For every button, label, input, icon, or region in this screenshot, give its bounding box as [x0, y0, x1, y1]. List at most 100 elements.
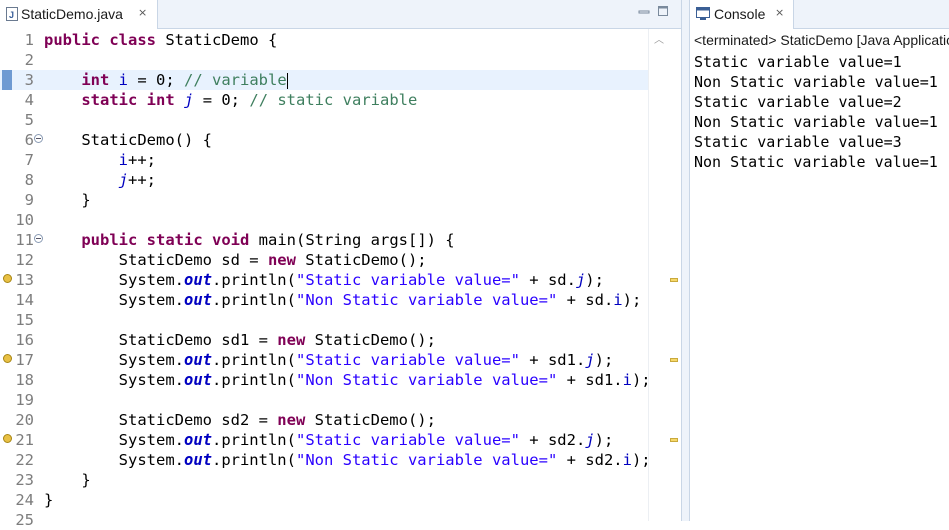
code-text: static int j = 0; // static variable [81, 91, 418, 109]
current-line-marker [2, 70, 12, 90]
code-line[interactable]: 17 System.out.println("Static variable v… [0, 350, 648, 370]
code-line[interactable]: 5 [0, 110, 648, 130]
minimize-icon[interactable] [637, 5, 651, 19]
scroll-up-icon[interactable]: ︿ [654, 31, 664, 46]
java-file-icon: J [6, 7, 18, 21]
tab-console[interactable]: Console × [690, 0, 794, 29]
line-number: 2 [24, 51, 34, 69]
code-text: StaticDemo sd1 = new StaticDemo(); [44, 331, 436, 349]
console-output-line: Non Static variable value=1 [694, 153, 938, 171]
code-area[interactable]: 1 public class StaticDemo {2 3 int i = 0; … [0, 29, 651, 529]
line-number: 4 [24, 91, 34, 109]
code-line[interactable]: 24} [0, 490, 648, 510]
code-text: System.out.println("Static variable valu… [44, 271, 604, 289]
console-output-line: Static variable value=3 [694, 133, 902, 151]
line-number: 19 [15, 391, 34, 409]
line-number: 15 [15, 311, 34, 329]
java-editor[interactable]: J StaticDemo.java × 1 public class Static… [0, 0, 682, 529]
code-text: } [44, 491, 54, 509]
line-number: 25 [15, 511, 34, 529]
ruler-warning-mark[interactable] [670, 438, 678, 442]
code-line[interactable]: 8 j++; [0, 170, 648, 190]
line-number: 10 [15, 211, 34, 229]
ruler-warning-mark[interactable] [670, 358, 678, 362]
close-icon[interactable]: × [138, 6, 147, 19]
code-line[interactable]: 15 [0, 310, 648, 330]
code-line[interactable]: 14 System.out.println("Non Static variab… [0, 290, 648, 310]
line-number: 9 [24, 191, 34, 209]
editor-tab-label: StaticDemo.java [21, 6, 123, 22]
code-line[interactable]: 3 int i = 0; // variable [0, 70, 648, 90]
line-number: 11 [15, 231, 34, 249]
line-number: 16 [15, 331, 34, 349]
code-line[interactable]: 13 System.out.println("Static variable v… [0, 270, 648, 290]
text-caret [286, 72, 288, 89]
code-line[interactable]: 7 i++; [0, 150, 648, 170]
code-line[interactable]: 12 StaticDemo sd = new StaticDemo(); [0, 250, 648, 270]
code-line[interactable]: 19 [0, 390, 648, 410]
editor-tab-bar: J StaticDemo.java × [0, 0, 681, 29]
code-text: } [44, 191, 91, 209]
code-line[interactable]: 2 [0, 50, 648, 70]
line-number: 23 [15, 471, 34, 489]
code-line[interactable]: 6 StaticDemo() { [0, 130, 648, 150]
line-number: 22 [15, 451, 34, 469]
overview-ruler[interactable]: ︿ [648, 29, 682, 521]
line-number: 21 [15, 431, 34, 449]
line-number: 12 [15, 251, 34, 269]
code-text: StaticDemo() { [44, 131, 212, 149]
code-line[interactable]: 25 [0, 510, 648, 530]
fold-collapse-icon[interactable] [34, 134, 43, 143]
code-text: } [44, 471, 91, 489]
tab-staticdemo-java[interactable]: J StaticDemo.java × [0, 0, 158, 29]
fold-collapse-icon[interactable] [34, 234, 43, 243]
close-icon[interactable]: × [775, 6, 784, 19]
code-line[interactable]: 1 public class StaticDemo { [0, 30, 648, 50]
code-line[interactable]: 11 public static void main(String args[]… [0, 230, 648, 250]
line-number: 13 [15, 271, 34, 289]
line-number: 5 [24, 111, 34, 129]
code-text: j++; [118, 171, 156, 189]
line-number: 6 [24, 131, 34, 149]
line-number: 20 [15, 411, 34, 429]
ruler-warning-mark[interactable] [670, 278, 678, 282]
line-number: 1 [24, 31, 34, 49]
warning-icon[interactable] [3, 434, 12, 443]
code-text: i++; [118, 151, 156, 169]
warning-icon[interactable] [3, 274, 12, 283]
code-text: StaticDemo sd2 = new StaticDemo(); [44, 411, 436, 429]
code-line[interactable]: 4 static int j = 0; // static variable [0, 90, 648, 110]
line-number: 8 [24, 171, 34, 189]
console-output-line: Non Static variable value=1 [694, 73, 938, 91]
svg-text:J: J [9, 10, 14, 20]
code-line[interactable]: 16 StaticDemo sd1 = new StaticDemo(); [0, 330, 648, 350]
line-number: 7 [24, 151, 34, 169]
console-tab-label: Console [714, 6, 766, 22]
code-line[interactable]: 20 StaticDemo sd2 = new StaticDemo(); [0, 410, 648, 430]
pane-divider[interactable] [681, 0, 690, 521]
console-output-line: Non Static variable value=1 [694, 113, 938, 131]
console-status: <terminated> StaticDemo [Java Applicatio… [694, 32, 949, 48]
code-line[interactable]: 18 System.out.println("Non Static variab… [0, 370, 650, 390]
warning-icon[interactable] [3, 354, 12, 363]
code-line[interactable]: 23 } [0, 470, 648, 490]
code-text: System.out.println("Non Static variable … [44, 451, 651, 469]
code-line[interactable]: 10 [0, 210, 648, 230]
console-view[interactable]: Console × <terminated> StaticDemo [Java … [690, 0, 949, 521]
code-text: StaticDemo sd = new StaticDemo(); [44, 251, 427, 269]
code-text: System.out.println("Static variable valu… [44, 351, 614, 369]
line-number: 14 [15, 291, 34, 309]
line-number: 17 [15, 351, 34, 369]
console-output-line: Static variable value=1 [694, 53, 902, 71]
console-tab-bar: Console × [690, 0, 949, 29]
line-number: 18 [15, 371, 34, 389]
code-line[interactable]: 21 System.out.println("Static variable v… [0, 430, 648, 450]
line-number: 3 [24, 71, 34, 89]
line-number: 24 [15, 491, 34, 509]
code-text: int i = 0; // variable [81, 71, 288, 89]
console-output-line: Static variable value=2 [694, 93, 902, 111]
code-line[interactable]: 22 System.out.println("Non Static variab… [0, 450, 651, 470]
maximize-icon[interactable] [656, 5, 670, 19]
console-icon [696, 7, 710, 20]
code-line[interactable]: 9 } [0, 190, 648, 210]
